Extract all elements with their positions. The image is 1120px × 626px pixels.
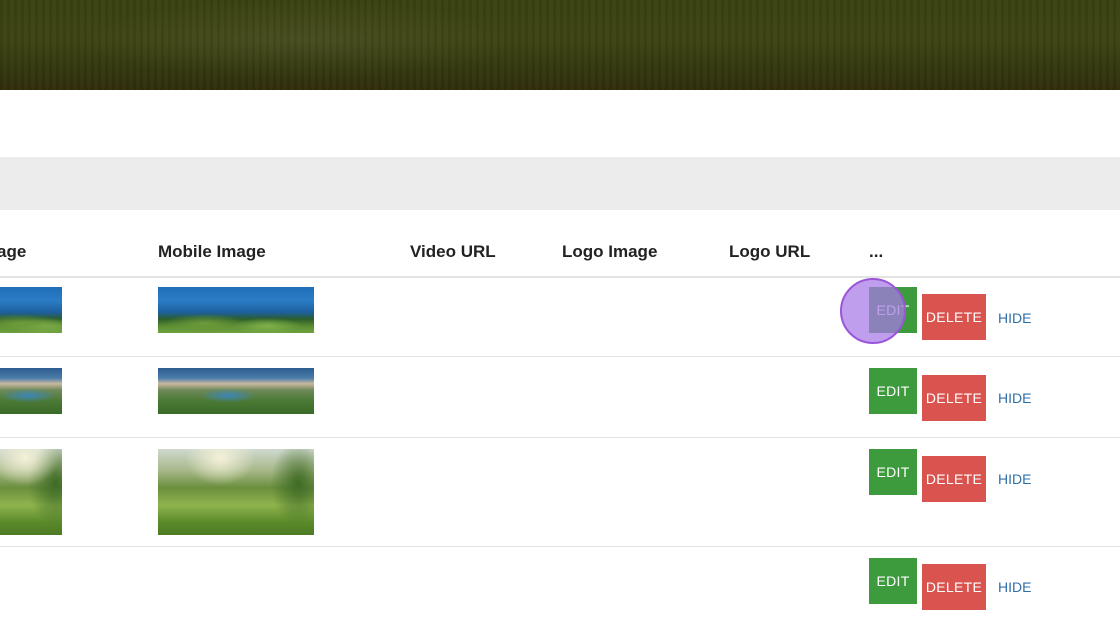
edit-button[interactable]: EDIT (869, 449, 917, 495)
column-header-mobile-image: Mobile Image (158, 242, 266, 261)
column-header-logo-image: Logo Image (562, 242, 658, 261)
column-header-logo-url: Logo URL (729, 242, 811, 261)
column-header-video-url: Video URL (410, 242, 496, 261)
table-row: EDIT DELETE HIDE (0, 357, 1120, 438)
hide-link[interactable]: HIDE (998, 310, 1031, 326)
column-header-actions: ... (869, 242, 884, 261)
delete-button[interactable]: DELETE (922, 294, 986, 340)
image-thumbnail (0, 287, 62, 333)
cursor-highlight (840, 278, 906, 344)
toolbar-band (0, 157, 1120, 210)
mobile-image-thumbnail (158, 449, 314, 535)
hide-link[interactable]: HIDE (998, 471, 1031, 487)
edit-button[interactable]: EDIT (869, 558, 917, 604)
table-row: EDIT DELETE HIDE (0, 277, 1120, 357)
image-thumbnail (0, 449, 62, 535)
edit-button[interactable]: EDIT (869, 368, 917, 414)
delete-button[interactable]: DELETE (922, 564, 986, 610)
hide-link[interactable]: HIDE (998, 579, 1031, 595)
image-thumbnail (0, 368, 62, 414)
table-row: EDIT DELETE HIDE (0, 438, 1120, 547)
table-header: age Mobile Image Video URL Logo Image Lo… (0, 230, 1120, 278)
delete-button[interactable]: DELETE (922, 456, 986, 502)
mobile-image-thumbnail (158, 287, 314, 333)
mobile-image-thumbnail (158, 368, 314, 414)
hide-link[interactable]: HIDE (998, 390, 1031, 406)
table-row: EDIT DELETE HIDE (0, 547, 1120, 626)
delete-button[interactable]: DELETE (922, 375, 986, 421)
column-header-image: age (0, 242, 27, 261)
hero-banner-image (0, 0, 1120, 90)
